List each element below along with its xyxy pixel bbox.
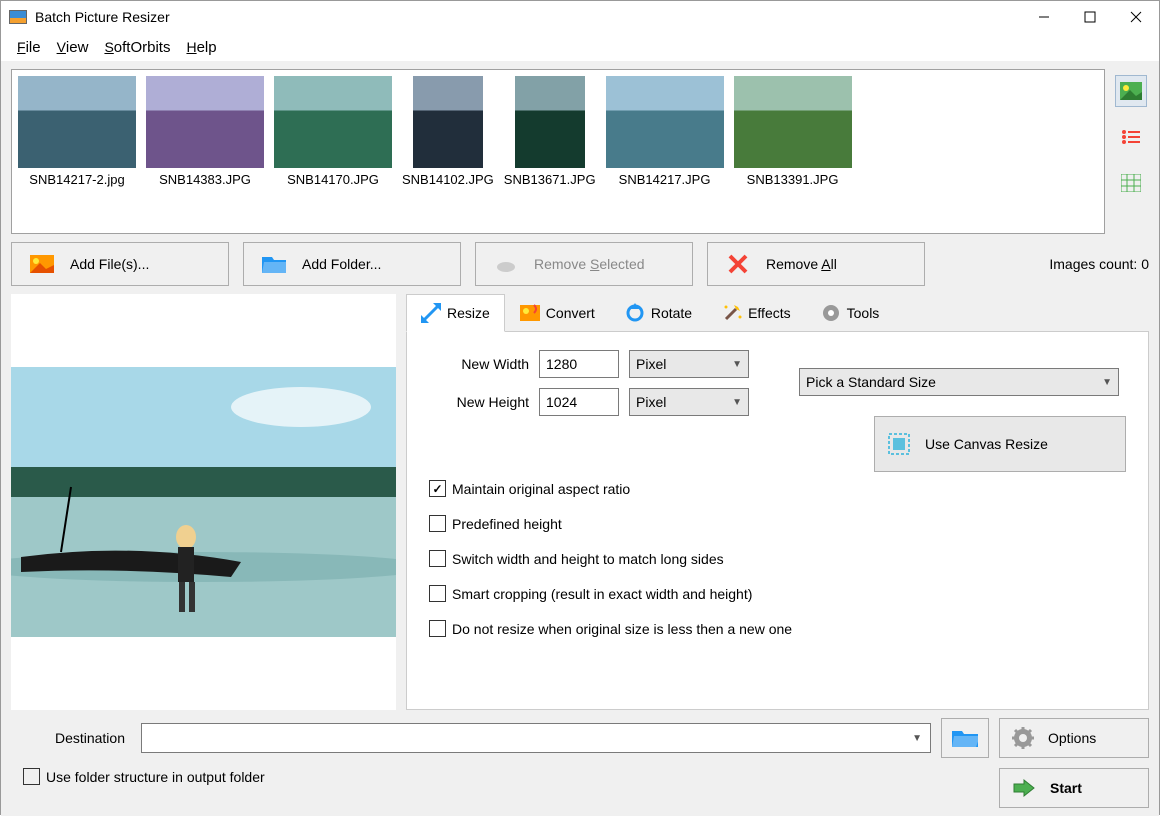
view-thumbnails-button[interactable] bbox=[1115, 75, 1147, 107]
effects-icon bbox=[722, 303, 742, 323]
smart-cropping-checkbox[interactable]: Smart cropping (result in exact width an… bbox=[429, 585, 1126, 602]
tools-icon bbox=[821, 303, 841, 323]
folder-open-icon bbox=[952, 729, 978, 747]
remove-selected-button[interactable]: Remove Selected bbox=[475, 242, 693, 286]
thumbnail-label: SNB14217-2.jpg bbox=[29, 172, 124, 187]
menu-help[interactable]: Help bbox=[178, 35, 224, 60]
thumbnail[interactable]: SNB13671.JPG bbox=[504, 76, 596, 227]
start-button[interactable]: Start bbox=[999, 768, 1149, 808]
thumbnail[interactable]: SNB14383.JPG bbox=[146, 76, 264, 227]
canvas-resize-button[interactable]: Use Canvas Resize bbox=[874, 416, 1126, 472]
image-icon bbox=[30, 254, 54, 274]
folder-icon bbox=[262, 254, 286, 274]
convert-icon bbox=[520, 303, 540, 323]
gear-icon bbox=[1012, 727, 1034, 749]
options-button[interactable]: Options bbox=[999, 718, 1149, 758]
minimize-button[interactable] bbox=[1021, 2, 1067, 32]
thumbnail[interactable]: SNB14102.JPG bbox=[402, 76, 494, 227]
close-button[interactable] bbox=[1113, 2, 1159, 32]
titlebar: Batch Picture Resizer bbox=[1, 1, 1159, 33]
destination-select[interactable]: ▼ bbox=[141, 723, 931, 753]
add-folder-button[interactable]: Add Folder... bbox=[243, 242, 461, 286]
new-width-input[interactable] bbox=[539, 350, 619, 378]
aspect-ratio-checkbox[interactable]: Maintain original aspect ratio bbox=[429, 480, 1126, 497]
switch-wh-checkbox[interactable]: Switch width and height to match long si… bbox=[429, 550, 1126, 567]
canvas-icon bbox=[887, 432, 911, 456]
preview-pane bbox=[11, 294, 396, 710]
width-unit-select[interactable]: Pixel▼ bbox=[629, 350, 749, 378]
view-details-button[interactable] bbox=[1115, 167, 1147, 199]
new-width-label: New Width bbox=[429, 356, 529, 372]
menu-softorbits[interactable]: SoftOrbits bbox=[96, 35, 178, 60]
preview-image bbox=[11, 367, 396, 637]
menu-view[interactable]: View bbox=[49, 35, 97, 60]
use-folder-structure-checkbox[interactable]: Use folder structure in output folder bbox=[23, 768, 265, 785]
thumbnail-label: SNB14102.JPG bbox=[402, 172, 494, 187]
x-icon bbox=[726, 254, 750, 274]
standard-size-select[interactable]: Pick a Standard Size▼ bbox=[799, 368, 1119, 396]
app-icon bbox=[9, 10, 27, 24]
thumbnail-label: SNB14170.JPG bbox=[287, 172, 379, 187]
view-list-button[interactable] bbox=[1115, 121, 1147, 153]
thumbnail[interactable]: SNB14170.JPG bbox=[274, 76, 392, 227]
tab-tools[interactable]: Tools bbox=[806, 294, 895, 331]
thumbnail-label: SNB14383.JPG bbox=[159, 172, 251, 187]
no-resize-checkbox[interactable]: Do not resize when original size is less… bbox=[429, 620, 1126, 637]
tab-resize[interactable]: Resize bbox=[406, 294, 505, 332]
tab-convert[interactable]: Convert bbox=[505, 294, 610, 331]
destination-label: Destination bbox=[11, 730, 131, 746]
predefined-height-checkbox[interactable]: Predefined height bbox=[429, 515, 1126, 532]
thumbnail[interactable]: SNB13391.JPG bbox=[734, 76, 852, 227]
height-unit-select[interactable]: Pixel▼ bbox=[629, 388, 749, 416]
rotate-icon bbox=[625, 303, 645, 323]
thumbnail[interactable]: SNB14217.JPG bbox=[606, 76, 724, 227]
resize-icon bbox=[421, 303, 441, 323]
thumbnail-panel: SNB14217-2.jpg SNB14383.JPG SNB14170.JPG SN… bbox=[11, 69, 1105, 234]
maximize-button[interactable] bbox=[1067, 2, 1113, 32]
tab-effects[interactable]: Effects bbox=[707, 294, 806, 331]
menu-file[interactable]: File bbox=[9, 35, 49, 60]
add-files-button[interactable]: Add File(s)... bbox=[11, 242, 229, 286]
new-height-input[interactable] bbox=[539, 388, 619, 416]
eraser-icon bbox=[494, 254, 518, 274]
menubar: FileViewSoftOrbitsHelp bbox=[1, 33, 1159, 61]
thumbnail[interactable]: SNB14217-2.jpg bbox=[18, 76, 136, 227]
tabs: ResizeConvertRotateEffectsTools bbox=[406, 294, 1149, 332]
remove-all-button[interactable]: Remove All bbox=[707, 242, 925, 286]
thumbnail-label: SNB13391.JPG bbox=[747, 172, 839, 187]
resize-tab-content: New Width Pixel▼ New Height Pixel▼ Pick … bbox=[406, 332, 1149, 710]
arrow-right-icon bbox=[1012, 778, 1036, 798]
thumbnail-label: SNB14217.JPG bbox=[619, 172, 711, 187]
images-count: Images count: 0 bbox=[1049, 256, 1149, 272]
browse-folder-button[interactable] bbox=[941, 718, 989, 758]
new-height-label: New Height bbox=[429, 394, 529, 410]
thumbnail-label: SNB13671.JPG bbox=[504, 172, 596, 187]
window-title: Batch Picture Resizer bbox=[35, 9, 170, 25]
tab-rotate[interactable]: Rotate bbox=[610, 294, 707, 331]
